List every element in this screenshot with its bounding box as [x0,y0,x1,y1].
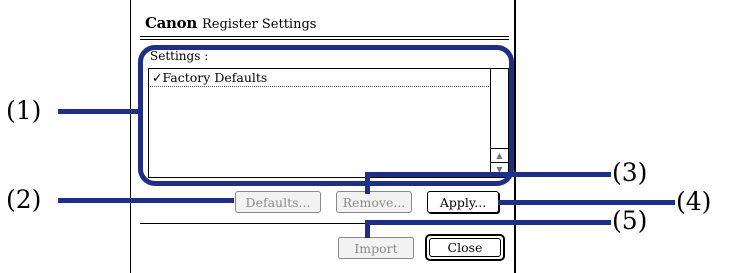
defaults-button[interactable]: Defaults... [235,191,321,213]
canon-logo: Canon [145,14,197,32]
callout-connector-5 [365,220,370,238]
title-bar: Canon Register Settings [145,14,316,36]
callout-label-1: (1) [6,96,42,125]
callout-connector-3 [365,172,370,194]
close-button-frame[interactable]: Close [425,234,505,261]
callout-line-2 [58,198,234,203]
callout-line-5 [365,220,611,225]
title-divider-bottom [140,39,509,40]
dialog-title: Register Settings [201,17,317,32]
close-button[interactable]: Close [429,238,501,257]
callout-settings-box [138,45,514,186]
apply-button[interactable]: Apply... [427,191,499,213]
remove-button[interactable]: Remove... [336,191,412,213]
callout-label-5: (5) [612,206,648,235]
callout-line-4 [498,200,675,205]
import-button[interactable]: Import [338,237,414,259]
callout-line-1 [58,109,140,114]
callout-label-4: (4) [676,187,712,216]
callout-label-2: (2) [6,185,42,214]
title-divider-top [140,36,509,37]
callout-label-3: (3) [612,158,648,187]
callout-line-3 [365,172,611,177]
